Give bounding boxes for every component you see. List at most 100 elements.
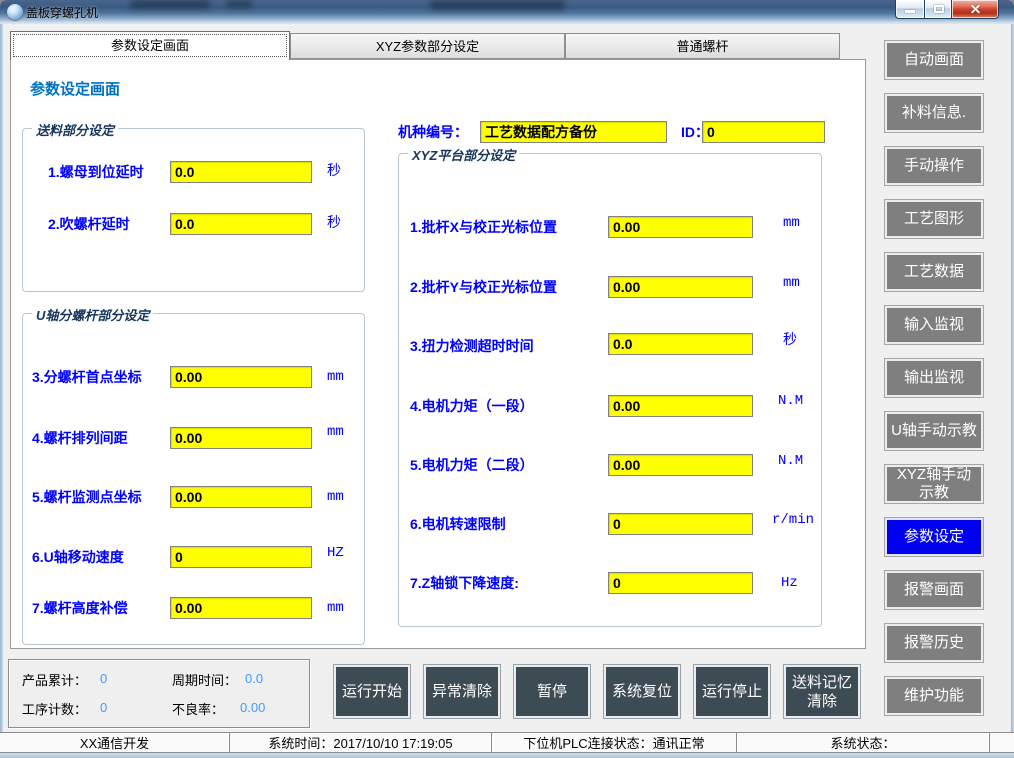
sidebar-item-alarm-history[interactable]: 报警历史	[884, 623, 984, 663]
field-unit: 秒	[327, 161, 341, 183]
field-label: 2.吹螺杆延时	[48, 213, 130, 235]
sidebar-item-input-monitor[interactable]: 输入监视	[884, 305, 984, 345]
error-clear-button[interactable]: 异常清除	[423, 664, 501, 719]
status-system-state: 系统状态：	[737, 733, 990, 752]
feed-memory-clear-button[interactable]: 送料记忆清除	[783, 664, 861, 719]
field-label: 5.螺杆监测点坐标	[32, 486, 142, 508]
system-reset-button[interactable]: 系统复位	[603, 664, 681, 719]
field-label: 6.U轴移动速度	[32, 546, 124, 568]
counter-label: 周期时间：	[172, 670, 237, 689]
motor-torque-1-input[interactable]	[608, 395, 753, 417]
app-icon	[7, 4, 23, 20]
screw-blow-delay-input[interactable]	[170, 213, 312, 235]
machine-model-label: 机种编号：	[398, 121, 468, 143]
tab-normal-screw[interactable]: 普通螺杆	[565, 33, 840, 59]
window-controls	[895, 0, 999, 19]
field-unit: N.M	[778, 450, 803, 472]
field-unit: mm	[327, 421, 344, 443]
group-feed-title: 送料部分设定	[32, 120, 118, 139]
glass-artifact	[130, 0, 210, 9]
sidebar-item-process-data[interactable]: 工艺数据	[884, 252, 984, 292]
machine-id-input[interactable]	[702, 121, 825, 143]
close-button[interactable]	[952, 0, 999, 19]
nut-arrival-delay-input[interactable]	[170, 161, 312, 183]
motor-speed-limit-input[interactable]	[608, 513, 753, 535]
counter-label: 产品累计：	[22, 670, 87, 689]
screw-height-compensation-input[interactable]	[170, 597, 312, 619]
machine-model-input[interactable]	[480, 121, 667, 143]
counter-label: 不良率：	[172, 699, 224, 718]
counter-label: 工序计数：	[22, 699, 87, 718]
field-label: 7.Z轴锁下降速度:	[410, 572, 519, 594]
sidebar-item-parameter-setting[interactable]: 参数设定	[884, 517, 984, 557]
glass-artifact	[430, 0, 565, 10]
field-label: 5.电机力矩（二段）	[410, 454, 534, 476]
field-unit: mm	[327, 366, 344, 388]
sidebar-item-output-monitor[interactable]: 输出监视	[884, 358, 984, 398]
field-label: 6.电机转速限制	[410, 513, 506, 535]
minimize-button[interactable]	[895, 0, 924, 19]
run-start-button[interactable]: 运行开始	[333, 664, 411, 719]
field-label: 3.分螺杆首点坐标	[32, 366, 142, 388]
u-axis-speed-input[interactable]	[170, 546, 312, 568]
title-bar: 盖板穿螺孔机	[0, 0, 1014, 24]
field-unit: mm	[783, 212, 800, 234]
group-u-axis-settings: U轴分螺杆部分设定	[22, 313, 365, 645]
field-label: 1.批杆X与校正光标位置	[410, 216, 557, 238]
sidebar-item-process-graphic[interactable]: 工艺图形	[884, 199, 984, 239]
group-u-axis-title: U轴分螺杆部分设定	[32, 305, 153, 324]
app-window: 盖板穿螺孔机 参数设定画面 XYZ参数部分设定 普通螺杆 参数设定画面 机种编号…	[0, 0, 1014, 758]
run-stop-button[interactable]: 运行停止	[693, 664, 771, 719]
status-bar: XX通信开发 系统时间：2017/10/10 17:19:05 下位机PLC连接…	[0, 732, 1014, 753]
sidebar-item-xyz-axis-teach[interactable]: XYZ轴手动示教	[884, 464, 984, 504]
tab-parameter-setting[interactable]: 参数设定画面	[10, 31, 290, 60]
field-label: 2.批杆Y与校正光标位置	[410, 276, 557, 298]
torque-timeout-input[interactable]	[608, 333, 753, 355]
screw-pitch-input[interactable]	[170, 427, 312, 449]
field-unit: mm	[327, 597, 344, 619]
screw-monitor-point-input[interactable]	[170, 486, 312, 508]
pause-button[interactable]: 暂停	[513, 664, 591, 719]
field-unit: 秒	[327, 213, 341, 235]
group-xyz-title: XYZ平台部分设定	[408, 145, 519, 164]
maximize-button[interactable]	[924, 0, 952, 19]
glass-artifact	[226, 0, 252, 8]
status-spacer	[990, 733, 1014, 752]
field-unit: mm	[783, 272, 800, 294]
counter-value: 0.0	[245, 671, 263, 686]
status-plc-connection: 下位机PLC连接状态：通讯正常	[492, 733, 737, 752]
counter-value: 0.00	[240, 700, 265, 715]
sidebar-item-manual-operation[interactable]: 手动操作	[884, 146, 984, 186]
maximize-icon	[934, 5, 944, 13]
window-title: 盖板穿螺孔机	[26, 4, 98, 21]
page-title: 参数设定画面	[30, 78, 120, 99]
field-unit: Hz	[781, 572, 798, 594]
window-frame-bottom	[0, 753, 1014, 758]
field-label: 1.螺母到位延时	[48, 161, 144, 183]
tab-xyz-parameter[interactable]: XYZ参数部分设定	[290, 33, 565, 59]
z-axis-lock-descent-speed-input[interactable]	[608, 572, 753, 594]
sidebar-item-alarm-screen[interactable]: 报警画面	[884, 570, 984, 610]
sidebar-item-maintenance[interactable]: 维护功能	[884, 676, 984, 716]
field-unit: N.M	[778, 390, 803, 412]
window-frame-left	[0, 24, 3, 753]
status-developer: XX通信开发	[0, 733, 230, 752]
field-label: 4.电机力矩（一段）	[410, 395, 534, 417]
close-icon	[970, 4, 981, 15]
status-system-time: 系统时间：2017/10/10 17:19:05	[230, 733, 492, 752]
bit-y-correction-input[interactable]	[608, 276, 753, 298]
counter-value: 0	[100, 700, 107, 715]
field-unit: 秒	[783, 330, 797, 352]
screw-first-point-input[interactable]	[170, 366, 312, 388]
sidebar-item-refill-info[interactable]: 补料信息.	[884, 93, 984, 133]
counter-value: 0	[100, 671, 107, 686]
minimize-icon	[905, 10, 915, 13]
field-unit: HZ	[327, 542, 344, 564]
sidebar-item-u-axis-teach[interactable]: U轴手动示教	[884, 411, 984, 451]
sidebar-item-auto-screen[interactable]: 自动画面	[884, 40, 984, 80]
bit-x-correction-input[interactable]	[608, 216, 753, 238]
motor-torque-2-input[interactable]	[608, 454, 753, 476]
field-unit: r/min	[772, 509, 814, 531]
field-label: 4.螺杆排列间距	[32, 427, 128, 449]
field-unit: mm	[327, 486, 344, 508]
